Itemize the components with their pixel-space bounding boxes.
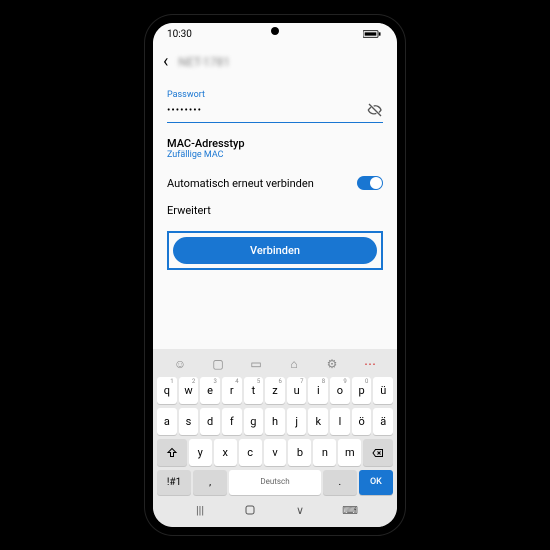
keyboard-row-3: yxcvbnm <box>155 437 395 468</box>
keyboard-switch-icon[interactable]: ⌨ <box>343 503 357 517</box>
ok-key[interactable]: OK <box>359 470 393 495</box>
auto-reconnect-row: Automatisch erneut verbinden <box>167 170 383 196</box>
key-v[interactable]: v <box>264 439 287 466</box>
connect-highlight: Verbinden <box>167 231 383 270</box>
key-p[interactable]: p0 <box>352 377 372 404</box>
back-button[interactable]: ‹ <box>163 51 168 72</box>
auto-reconnect-label: Automatisch erneut verbinden <box>167 177 314 190</box>
key-r[interactable]: r4 <box>222 377 242 404</box>
keyboard-toolbar: ☺ ▢ ▭ ⌂ ⚙ ⋯ <box>155 353 395 375</box>
back-nav-button[interactable]: ∨ <box>293 503 307 517</box>
key-z[interactable]: z6 <box>265 377 285 404</box>
key-s[interactable]: s <box>179 408 199 435</box>
clock: 10:30 <box>167 29 192 40</box>
key-a[interactable]: a <box>157 408 177 435</box>
phone-frame: 10:30 ‹ NET-1781 Passwort MAC-Adresstyp … <box>145 15 405 535</box>
symbols-key[interactable]: !#1 <box>157 470 191 495</box>
battery-icon <box>363 29 383 39</box>
header: ‹ NET-1781 <box>153 45 397 78</box>
keyboard: ☺ ▢ ▭ ⌂ ⚙ ⋯ q1w2e3r4t5z6u7i8o9p0ü asdfgh… <box>153 349 397 527</box>
space-key[interactable]: Deutsch <box>229 470 321 495</box>
network-title: NET-1781 <box>178 55 230 69</box>
settings-icon[interactable]: ⚙ <box>325 357 339 371</box>
voice-icon[interactable]: ⌂ <box>287 357 301 371</box>
key-g[interactable]: g <box>244 408 264 435</box>
keyboard-row-1: q1w2e3r4t5z6u7i8o9p0ü <box>155 375 395 406</box>
key-ä[interactable]: ä <box>373 408 393 435</box>
key-m[interactable]: m <box>338 439 361 466</box>
key-y[interactable]: y <box>189 439 212 466</box>
comma-key[interactable]: , <box>193 470 227 495</box>
shift-key[interactable] <box>157 439 187 466</box>
front-camera <box>271 27 279 35</box>
key-ü[interactable]: ü <box>373 377 393 404</box>
sticker-icon[interactable]: ▢ <box>211 357 225 371</box>
mac-type-label: MAC-Adresstyp <box>167 137 383 150</box>
key-i[interactable]: i8 <box>308 377 328 404</box>
period-key[interactable]: . <box>323 470 357 495</box>
key-b[interactable]: b <box>288 439 311 466</box>
key-u[interactable]: u7 <box>287 377 307 404</box>
emoji-icon[interactable]: ☺ <box>173 357 187 371</box>
key-n[interactable]: n <box>313 439 336 466</box>
home-button[interactable] <box>243 503 257 517</box>
more-icon[interactable]: ⋯ <box>363 357 377 371</box>
gif-icon[interactable]: ▭ <box>249 357 263 371</box>
recents-button[interactable]: ||| <box>193 503 207 517</box>
keyboard-row-4: !#1 , Deutsch . OK <box>155 468 395 497</box>
connect-button[interactable]: Verbinden <box>173 237 377 264</box>
key-k[interactable]: k <box>308 408 328 435</box>
advanced-button[interactable]: Erweitert <box>167 196 383 225</box>
key-f[interactable]: f <box>222 408 242 435</box>
key-q[interactable]: q1 <box>157 377 177 404</box>
key-o[interactable]: o9 <box>330 377 350 404</box>
visibility-off-icon[interactable] <box>367 102 383 118</box>
password-row <box>167 100 383 123</box>
auto-reconnect-toggle[interactable] <box>357 176 383 190</box>
key-c[interactable]: c <box>239 439 262 466</box>
screen: 10:30 ‹ NET-1781 Passwort MAC-Adresstyp … <box>153 23 397 527</box>
android-navbar: ||| ∨ ⌨ <box>155 497 395 521</box>
password-label: Passwort <box>167 90 383 100</box>
key-ö[interactable]: ö <box>352 408 372 435</box>
key-x[interactable]: x <box>214 439 237 466</box>
key-j[interactable]: j <box>287 408 307 435</box>
key-d[interactable]: d <box>200 408 220 435</box>
key-e[interactable]: e3 <box>200 377 220 404</box>
wifi-settings: Passwort MAC-Adresstyp Zufällige MAC Aut… <box>153 78 397 284</box>
key-w[interactable]: w2 <box>179 377 199 404</box>
key-l[interactable]: l <box>330 408 350 435</box>
key-h[interactable]: h <box>265 408 285 435</box>
keyboard-row-2: asdfghjklöä <box>155 406 395 437</box>
password-input[interactable] <box>167 105 367 116</box>
key-t[interactable]: t5 <box>244 377 264 404</box>
mac-type-value[interactable]: Zufällige MAC <box>167 150 383 160</box>
backspace-key[interactable] <box>363 439 393 466</box>
